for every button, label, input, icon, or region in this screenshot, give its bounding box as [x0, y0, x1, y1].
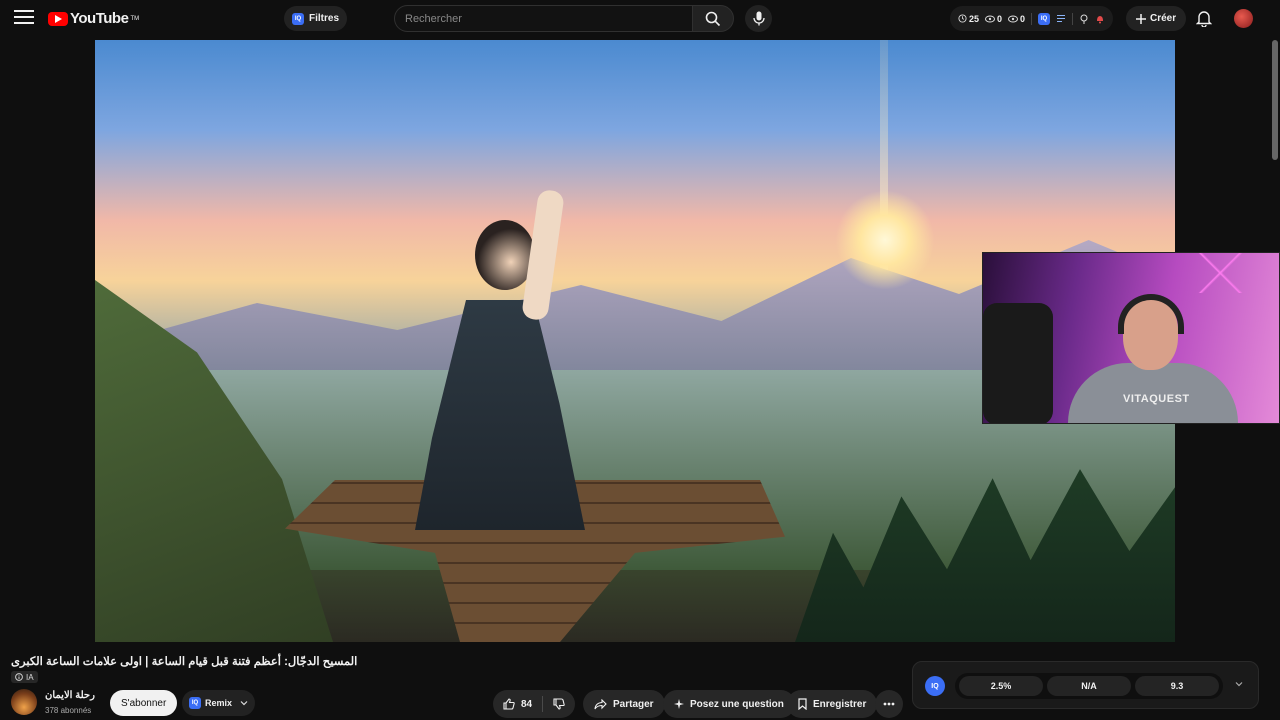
stat-2-value: 0	[997, 13, 1003, 24]
video-sun	[835, 190, 935, 290]
extension-stats[interactable]: 25 0 0 IQ	[950, 6, 1114, 31]
metric-value[interactable]: 2.5%	[959, 676, 1043, 696]
ai-badge[interactable]: IA	[11, 671, 38, 683]
ask-question-button[interactable]: Posez une question	[663, 690, 795, 718]
save-button[interactable]: Enregistrer	[787, 690, 878, 718]
like-button[interactable]: 84	[493, 690, 542, 718]
ai-badge-label: IA	[26, 672, 34, 682]
search-button[interactable]	[692, 5, 734, 32]
iq-icon: IQ	[189, 697, 201, 709]
video-praying-figure	[405, 188, 605, 530]
iq-icon: IQ	[1038, 12, 1051, 25]
page-scrollbar[interactable]	[1272, 40, 1278, 160]
save-label: Enregistrer	[813, 698, 867, 710]
ask-label: Posez une question	[690, 698, 784, 710]
create-label: Créer	[1150, 13, 1177, 24]
like-dislike-group: 84	[493, 690, 576, 718]
divider	[1072, 12, 1074, 25]
divider	[1031, 12, 1033, 25]
extension-panel: IQ 2.5% N/A 9.3	[912, 661, 1259, 709]
voice-search-button[interactable]	[745, 5, 772, 32]
thumbs-down-icon	[553, 698, 565, 710]
stat-3-value: 0	[1020, 13, 1026, 24]
search-icon	[705, 11, 721, 26]
thumbs-up-icon	[503, 698, 515, 710]
create-button[interactable]: Créer	[1126, 6, 1187, 31]
remix-label: Remix	[205, 698, 233, 708]
iq-icon: IQ	[292, 12, 304, 25]
share-button[interactable]: Partager	[583, 690, 665, 718]
eye-icon	[985, 15, 996, 22]
video-title: المسيح الدجّال: أعظم فتنة قبل قيام الساع…	[11, 656, 358, 668]
filters-button[interactable]: IQ Filtres	[284, 6, 348, 31]
extension-metrics-bar: 2.5% N/A 9.3	[955, 673, 1223, 699]
account-avatar[interactable]	[1234, 9, 1253, 28]
metric-value[interactable]: N/A	[1047, 676, 1131, 696]
webcam-overlay: VITAQUEST	[982, 252, 1280, 424]
subscriber-count: 378 abonnés	[45, 706, 92, 715]
like-count: 84	[521, 698, 533, 710]
figure-body	[415, 300, 585, 530]
iq-logo-icon[interactable]: IQ	[925, 676, 945, 696]
shirt-logo: VITAQUEST	[1123, 393, 1190, 405]
youtube-play-icon	[48, 11, 68, 26]
logo-text: YouTube	[70, 10, 129, 27]
subscribe-button[interactable]: S'abonner	[110, 690, 178, 716]
list-icon	[1057, 15, 1066, 22]
chevron-down-icon	[240, 701, 248, 706]
search-box	[394, 5, 694, 32]
neon-lights	[1193, 253, 1253, 293]
headset	[1118, 294, 1184, 334]
microphone-icon	[752, 11, 765, 26]
logo-tm: TM	[130, 15, 140, 22]
stat-watch-value: 25	[969, 13, 980, 24]
streamer: VITAQUEST	[1068, 294, 1238, 423]
alert-bell-icon	[1097, 15, 1104, 23]
remix-button[interactable]: IQ Remix	[182, 690, 256, 716]
stat-3: 0	[1008, 14, 1025, 24]
clock-icon	[958, 14, 967, 23]
youtube-logo[interactable]: YouTube TM	[48, 10, 139, 27]
dislike-button[interactable]	[543, 690, 575, 718]
search-input[interactable]	[395, 6, 693, 31]
menu-icon[interactable]	[14, 10, 34, 26]
sparkle-icon	[674, 699, 684, 709]
share-icon	[594, 698, 607, 709]
top-bar: YouTube TM IQ Filtres 25 0 0 IQ	[0, 0, 1280, 37]
share-label: Partager	[613, 698, 654, 710]
filters-label: Filtres	[309, 13, 340, 24]
stat-2: 0	[985, 14, 1002, 24]
more-horizontal-icon	[883, 702, 895, 706]
channel-avatar[interactable]	[11, 689, 37, 715]
pin-icon	[1080, 14, 1088, 24]
metric-value[interactable]: 9.3	[1135, 676, 1219, 696]
bookmark-icon	[798, 698, 807, 710]
bell-icon	[1195, 11, 1213, 28]
gaming-chair	[983, 303, 1053, 423]
more-actions-button[interactable]	[875, 690, 903, 718]
eye-icon	[1008, 15, 1019, 22]
info-icon	[15, 673, 23, 681]
stat-watch: 25	[958, 14, 979, 24]
expand-chevron-icon[interactable]	[1235, 679, 1243, 689]
plus-icon	[1136, 13, 1146, 24]
notifications-button[interactable]	[1195, 9, 1213, 32]
channel-name[interactable]: رحلة الايمان	[45, 690, 95, 701]
